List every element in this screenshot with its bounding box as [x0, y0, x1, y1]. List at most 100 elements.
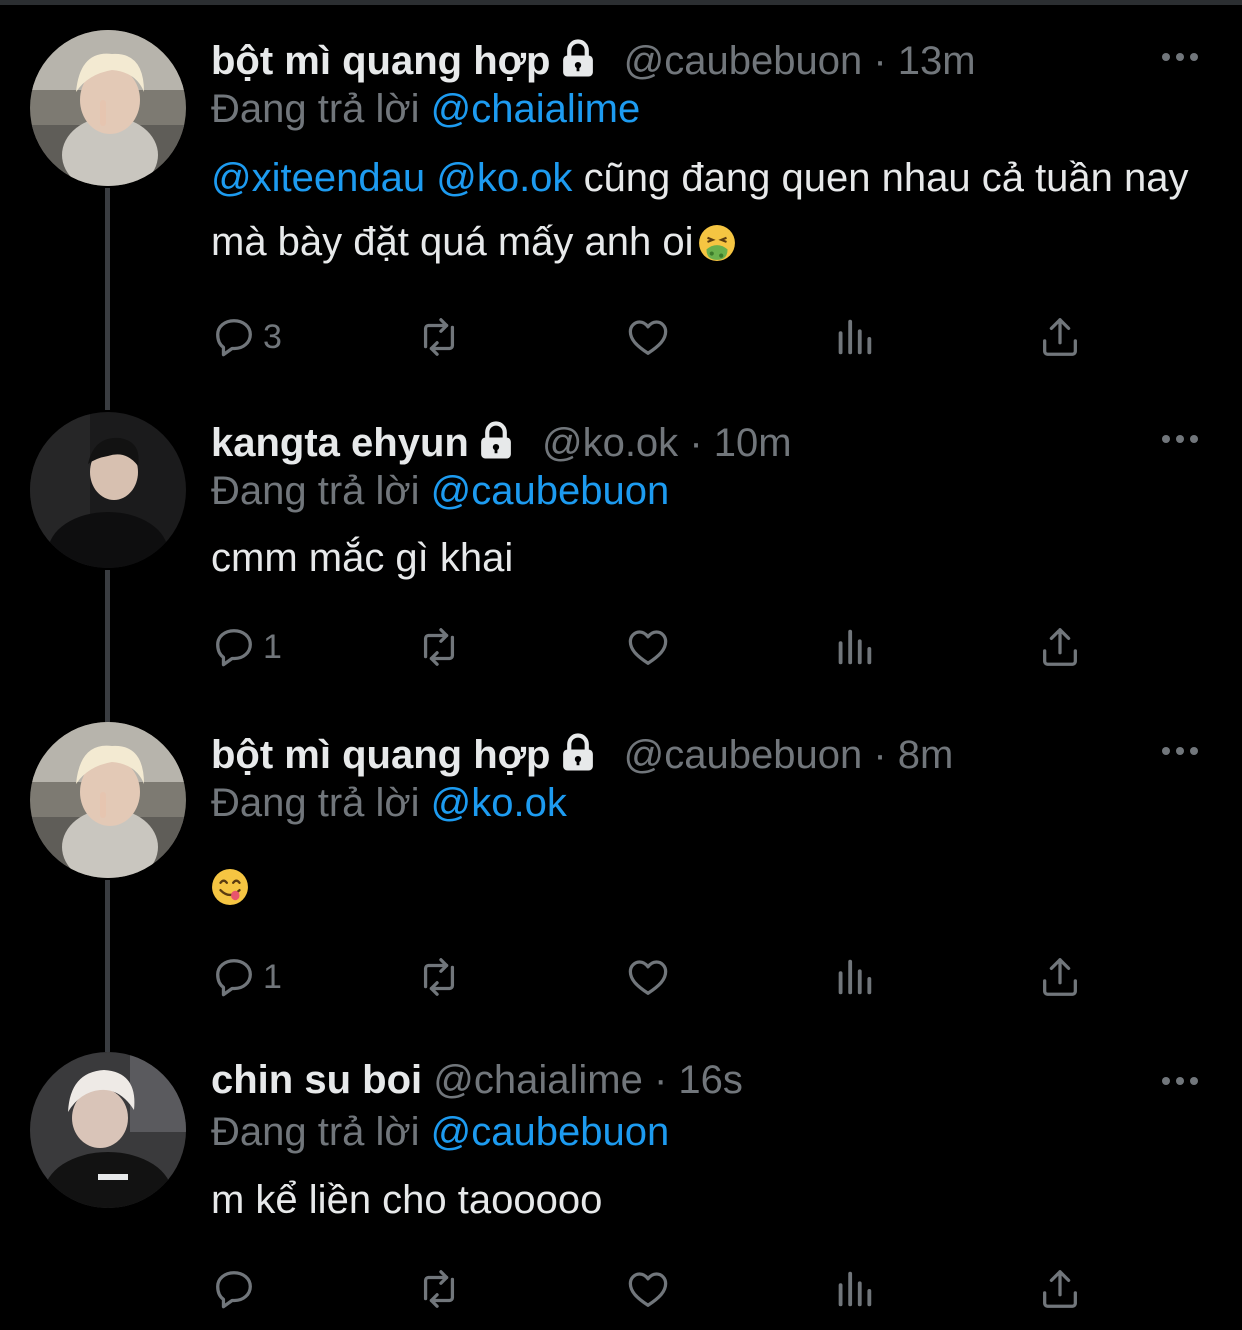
lock-icon [480, 421, 511, 459]
tweet-header: bột mì quang hợp @caubebuon · 13m [211, 36, 976, 86]
separator-dot: · [873, 39, 887, 83]
retweet-button[interactable] [416, 1264, 462, 1314]
tweet-text [211, 854, 1221, 918]
timestamp[interactable]: 10m [714, 421, 792, 465]
tweet-text: @xiteendau @ko.ok cũng đang quen nhau cả… [211, 146, 1221, 274]
tweet[interactable]: kangta ehyun @ko.ok · 10m Đang trả lời @… [0, 400, 1242, 720]
more-icon[interactable] [1160, 50, 1200, 64]
tweet-actions: 3 [211, 312, 1111, 362]
reply-icon [216, 629, 252, 667]
reply-button[interactable]: 1 [211, 952, 282, 1002]
more-icon[interactable] [1160, 744, 1200, 758]
tweet[interactable]: bột mì quang hợp @caubebuon · 8m Đang tr… [0, 720, 1242, 1050]
retweet-icon [423, 1270, 455, 1308]
views-icon [838, 1271, 872, 1307]
avatar[interactable] [30, 30, 186, 186]
tweet-header: kangta ehyun @ko.ok · 10m [211, 418, 792, 468]
timestamp[interactable]: 13m [898, 39, 976, 83]
reply-button[interactable]: 1 [211, 622, 282, 672]
retweet-button[interactable] [416, 952, 462, 1002]
replying-to-mention[interactable]: @caubebuon [431, 1110, 670, 1154]
avatar[interactable] [30, 412, 186, 568]
separator-dot: · [689, 421, 703, 465]
avatar[interactable] [30, 722, 186, 878]
tweet[interactable]: chin su boi @chaialime · 16s Đang trả lờ… [0, 1050, 1242, 1330]
share-button[interactable] [1037, 622, 1083, 672]
display-name[interactable]: chin su boi [211, 1058, 422, 1102]
reply-count: 3 [263, 317, 282, 356]
like-button[interactable] [625, 622, 671, 672]
share-icon [1043, 628, 1077, 666]
lock-icon [562, 733, 593, 771]
mention-link[interactable]: @xiteendau [211, 156, 425, 200]
timestamp[interactable]: 16s [678, 1058, 743, 1102]
views-icon [838, 959, 872, 995]
replying-to-mention[interactable]: @caubebuon [431, 469, 670, 513]
share-icon [1043, 318, 1077, 356]
username[interactable]: @ko.ok [542, 421, 678, 465]
tweet[interactable]: bột mì quang hợp @caubebuon · 13m Đang t… [0, 0, 1242, 400]
replying-to-mention[interactable]: @chaialime [431, 87, 641, 131]
timestamp[interactable]: 8m [898, 733, 954, 777]
display-name[interactable]: bột mì quang hợp [211, 733, 551, 777]
nauseated-face-emoji [698, 225, 735, 261]
views-button[interactable] [831, 312, 877, 362]
tweet-header: bột mì quang hợp @caubebuon · 8m [211, 730, 953, 780]
reply-icon [216, 319, 252, 357]
share-button[interactable] [1037, 1264, 1083, 1314]
heart-icon [628, 630, 668, 665]
reply-button[interactable]: 3 [211, 312, 282, 362]
retweet-icon [423, 958, 455, 996]
avatar-image [30, 722, 186, 878]
views-icon [838, 319, 872, 355]
retweet-button[interactable] [416, 312, 462, 362]
tweet-actions: 1 [211, 622, 1111, 672]
retweet-icon [423, 628, 455, 666]
avatar[interactable] [30, 1052, 186, 1208]
replying-to: Đang trả lời @caubebuon [211, 1107, 669, 1157]
share-icon [1043, 958, 1077, 996]
display-name[interactable]: bột mì quang hợp [211, 39, 551, 83]
like-button[interactable] [625, 1264, 671, 1314]
more-icon[interactable] [1160, 1074, 1200, 1088]
username[interactable]: @caubebuon [624, 39, 863, 83]
separator-dot: · [873, 733, 887, 777]
reply-icon [216, 1271, 252, 1309]
replying-to: Đang trả lời @chaialime [211, 84, 640, 134]
like-button[interactable] [625, 312, 671, 362]
replying-to-mention[interactable]: @ko.ok [431, 781, 567, 825]
retweet-button[interactable] [416, 622, 462, 672]
retweet-icon [423, 318, 455, 356]
share-button[interactable] [1037, 952, 1083, 1002]
avatar-image [30, 30, 186, 186]
tweet-actions: 1 [211, 952, 1111, 1002]
separator-dot: · [653, 1058, 668, 1102]
tweet-text-content: m kể liền cho taooooo [211, 1178, 603, 1222]
views-button[interactable] [831, 622, 877, 672]
more-icon[interactable] [1160, 432, 1200, 446]
face-savoring-food-emoji [212, 869, 248, 905]
avatar-image [30, 412, 186, 568]
tweet-text: cmm mắc gì khai [211, 526, 1221, 590]
share-icon [1043, 1270, 1077, 1308]
reply-count: 1 [263, 957, 282, 996]
username[interactable]: @caubebuon [624, 733, 863, 777]
username[interactable]: @chaialime [433, 1058, 643, 1102]
heart-icon [628, 320, 668, 355]
display-name[interactable]: kangta ehyun [211, 421, 469, 465]
tweet-header: chin su boi @chaialime · 16s [211, 1055, 743, 1105]
heart-icon [628, 960, 668, 995]
heart-icon [628, 1272, 668, 1307]
mention-link[interactable]: @ko.ok [436, 156, 572, 200]
replying-to: Đang trả lời @caubebuon [211, 466, 669, 516]
avatar-image [30, 1052, 186, 1208]
share-button[interactable] [1037, 312, 1083, 362]
replying-to-label: Đang trả lời [211, 781, 420, 825]
like-button[interactable] [625, 952, 671, 1002]
reply-button[interactable] [211, 1264, 263, 1314]
tweet-text: m kể liền cho taooooo [211, 1168, 1221, 1232]
replying-to: Đang trả lời @ko.ok [211, 778, 567, 828]
lock-icon [562, 39, 593, 77]
views-button[interactable] [831, 952, 877, 1002]
views-button[interactable] [831, 1264, 877, 1314]
